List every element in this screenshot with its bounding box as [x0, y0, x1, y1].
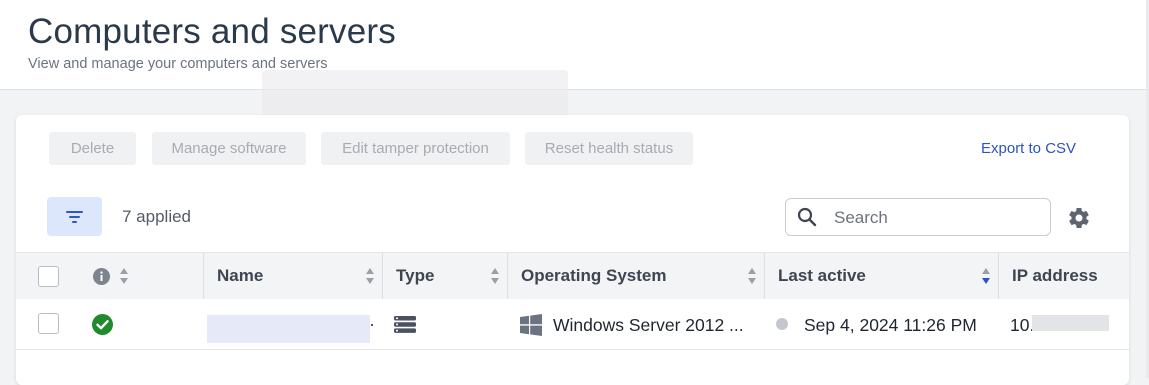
filter-icon-line: [69, 216, 80, 218]
server-icon: [394, 316, 416, 333]
column-header-ip[interactable]: IP address: [1012, 253, 1098, 299]
sort-descending-icon[interactable]: [982, 267, 990, 285]
filter-icon: [66, 211, 83, 213]
column-header-type[interactable]: Type: [396, 253, 434, 299]
search-placeholder: Search: [834, 208, 888, 227]
last-active-value: Sep 4, 2024 11:26 PM: [804, 315, 977, 335]
ip-redacted: [1032, 315, 1109, 331]
check-circle-icon: [92, 314, 113, 335]
sort-icon[interactable]: [491, 267, 499, 285]
column-header-name[interactable]: Name: [217, 253, 263, 299]
page-header: Computers and servers View and manage yo…: [0, 0, 1149, 90]
column-header-os[interactable]: Operating System: [521, 253, 667, 299]
gear-icon[interactable]: [1067, 206, 1091, 230]
sort-icon[interactable]: [366, 267, 374, 285]
edit-tamper-protection-button[interactable]: Edit tamper protection: [321, 132, 510, 165]
sort-icon[interactable]: [120, 267, 128, 285]
windows-icon: [520, 314, 542, 336]
computer-name-redacted[interactable]: [207, 315, 370, 343]
ip-address-value: 10.: [1010, 315, 1035, 335]
table-row[interactable]: Windows Server 2012 ... Sep 4, 2024 11:2…: [16, 299, 1129, 350]
os-name: Windows Server 2012 ...: [553, 315, 744, 335]
column-header-last-active[interactable]: Last active: [778, 253, 866, 299]
info-icon: [93, 268, 110, 285]
page-title: Computers and servers: [28, 12, 396, 51]
ellipsis-dot: [371, 324, 373, 326]
filter-icon-line: [72, 221, 77, 223]
export-csv-link[interactable]: Export to CSV: [981, 140, 1076, 157]
filters-applied-count: 7 applied: [122, 207, 192, 226]
activity-dot: [776, 318, 788, 330]
select-all-checkbox[interactable]: [38, 266, 59, 287]
filter-button[interactable]: [47, 197, 102, 236]
tooltip-shadow: [262, 70, 568, 116]
row-checkbox[interactable]: [38, 313, 59, 334]
sort-icon[interactable]: [748, 267, 756, 285]
search-icon: [797, 207, 817, 227]
manage-software-button[interactable]: Manage software: [152, 132, 306, 165]
computers-table-card: Delete Manage software Edit tamper prote…: [16, 115, 1129, 385]
reset-health-status-button[interactable]: Reset health status: [525, 132, 693, 165]
delete-button[interactable]: Delete: [49, 132, 136, 165]
table-header: Name Type Operating System Last active I…: [16, 252, 1129, 300]
search-input[interactable]: Search: [785, 198, 1051, 236]
